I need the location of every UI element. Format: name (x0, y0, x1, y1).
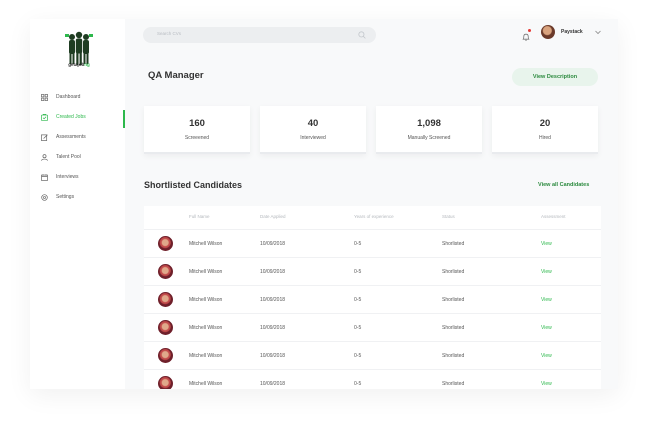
date-applied: 10/09/2018 (260, 241, 286, 247)
sidebar-item-label: Created Jobs (56, 114, 86, 120)
user-name[interactable]: Paystack (561, 29, 583, 35)
date-applied: 10/09/2018 (260, 325, 286, 331)
candidates-table: Full Name Date Applied Years of experien… (144, 206, 601, 389)
sidebar-nav: Dashboard Created Jobs Assessments Talen… (30, 87, 125, 207)
date-applied: 10/09/2018 (260, 297, 286, 303)
user-icon (39, 153, 49, 161)
sidebar-item-label: Talent Pool (56, 154, 81, 160)
sidebar-item-label: Dashboard (56, 94, 81, 100)
sidebar-item-label: Settings (56, 194, 75, 200)
logo-text-accent: ng (84, 62, 90, 67)
table-row: Mitchell Wilson 10/09/2018 0-5 Shorliste… (144, 257, 601, 285)
status: Shorlisted (442, 241, 465, 247)
candidate-avatar (158, 376, 173, 389)
candidate-avatar (158, 320, 173, 335)
stat-value: 1,098 (417, 118, 441, 129)
stat-value: 160 (189, 118, 205, 129)
table-row: Mitchell Wilson 10/09/2018 0-5 Shorliste… (144, 313, 601, 341)
view-assessment-link[interactable]: View (541, 269, 552, 275)
candidate-avatar (158, 292, 173, 307)
status: Shorlisted (442, 353, 465, 359)
status: Shorlisted (442, 325, 465, 331)
status: Shorlisted (442, 297, 465, 303)
view-assessment-link[interactable]: View (541, 381, 552, 387)
column-header-experience: Years of experience (354, 214, 394, 219)
logo-text-main: getajob (68, 62, 85, 67)
candidate-avatar (158, 264, 173, 279)
view-assessment-link[interactable]: View (541, 353, 552, 359)
gear-icon (39, 193, 49, 201)
sidebar-item-interviews[interactable]: Interviews (30, 167, 125, 187)
stat-card-interviewed: 40 Interviewed (260, 106, 366, 154)
notification-bell-icon[interactable] (521, 29, 531, 41)
years-experience: 0-5 (354, 353, 362, 359)
sidebar-item-created-jobs[interactable]: Created Jobs (30, 107, 125, 128)
status: Shorlisted (442, 269, 465, 275)
table-row: Mitchell Wilson 10/09/2018 0-5 Shorliste… (144, 369, 601, 389)
page-title: QA Manager (148, 70, 204, 81)
candidate-name: Mitchell Wilson (189, 381, 223, 387)
column-header-assessment: Assessment (541, 214, 566, 219)
stat-label: Manually Screened (407, 135, 451, 141)
sidebar-item-label: Assessments (56, 134, 86, 140)
candidate-name: Mitchell Wilson (189, 325, 223, 331)
view-description-button[interactable]: View Description (512, 68, 598, 86)
sidebar-item-settings[interactable]: Settings (30, 187, 125, 207)
candidate-avatar (158, 236, 173, 251)
view-all-candidates-link[interactable]: View all Candidates (538, 182, 589, 188)
jobs-icon (39, 113, 49, 121)
column-header-full-name: Full Name (189, 214, 210, 219)
sidebar-item-label: Interviews (56, 174, 79, 180)
years-experience: 0-5 (354, 241, 362, 247)
candidate-name: Mitchell Wilson (189, 297, 223, 303)
avatar[interactable] (541, 25, 555, 39)
stat-label: Hired (539, 135, 551, 141)
search-input[interactable]: Search CVs (143, 27, 376, 43)
calendar-icon (39, 173, 49, 181)
stat-card-screened: 160 Screeened (144, 106, 250, 154)
view-assessment-link[interactable]: View (541, 325, 552, 331)
table-header: Full Name Date Applied Years of experien… (144, 206, 601, 226)
candidate-avatar (158, 348, 173, 363)
view-assessment-link[interactable]: View (541, 297, 552, 303)
stat-label: Screeened (184, 135, 210, 141)
date-applied: 10/09/2018 (260, 381, 286, 387)
view-assessment-link[interactable]: View (541, 241, 552, 247)
column-header-date-applied: Date Applied (260, 214, 286, 219)
years-experience: 0-5 (354, 269, 362, 275)
sidebar-item-dashboard[interactable]: Dashboard (30, 87, 125, 107)
sidebar: getajobng Dashboard Created Jobs Assessm… (30, 19, 125, 389)
stat-card-hired: 20 Hired (492, 106, 598, 154)
stat-card-manually-screened: 1,098 Manually Screened (376, 106, 482, 154)
search-icon[interactable] (358, 31, 366, 39)
chevron-down-icon[interactable] (594, 28, 602, 36)
table-row: Mitchell Wilson 10/09/2018 0-5 Shorliste… (144, 341, 601, 369)
notification-badge (528, 29, 531, 32)
candidate-name: Mitchell Wilson (189, 269, 223, 275)
app-window: getajobng Dashboard Created Jobs Assessm… (30, 19, 618, 389)
logo-icon (65, 31, 93, 65)
years-experience: 0-5 (354, 381, 362, 387)
date-applied: 10/09/2018 (260, 269, 286, 275)
date-applied: 10/09/2018 (260, 353, 286, 359)
sidebar-item-assessments[interactable]: Assessments (30, 127, 125, 147)
edit-icon (39, 133, 49, 141)
stat-value: 20 (539, 118, 551, 129)
sidebar-item-talent-pool[interactable]: Talent Pool (30, 147, 125, 167)
years-experience: 0-5 (354, 325, 362, 331)
stat-label: Interviewed (300, 135, 326, 141)
status: Shorlisted (442, 381, 465, 387)
candidate-name: Mitchell Wilson (189, 353, 223, 359)
stat-value: 40 (307, 118, 319, 129)
logo-text: getajobng (53, 62, 105, 67)
table-row: Mitchell Wilson 10/09/2018 0-5 Shorliste… (144, 229, 601, 257)
column-header-status: Status (442, 214, 455, 219)
search-placeholder: Search CVs (157, 31, 182, 36)
grid-icon (39, 93, 49, 101)
shortlisted-title: Shortlisted Candidates (144, 180, 243, 190)
years-experience: 0-5 (354, 297, 362, 303)
table-row: Mitchell Wilson 10/09/2018 0-5 Shorliste… (144, 285, 601, 313)
candidate-name: Mitchell Wilson (189, 241, 223, 247)
